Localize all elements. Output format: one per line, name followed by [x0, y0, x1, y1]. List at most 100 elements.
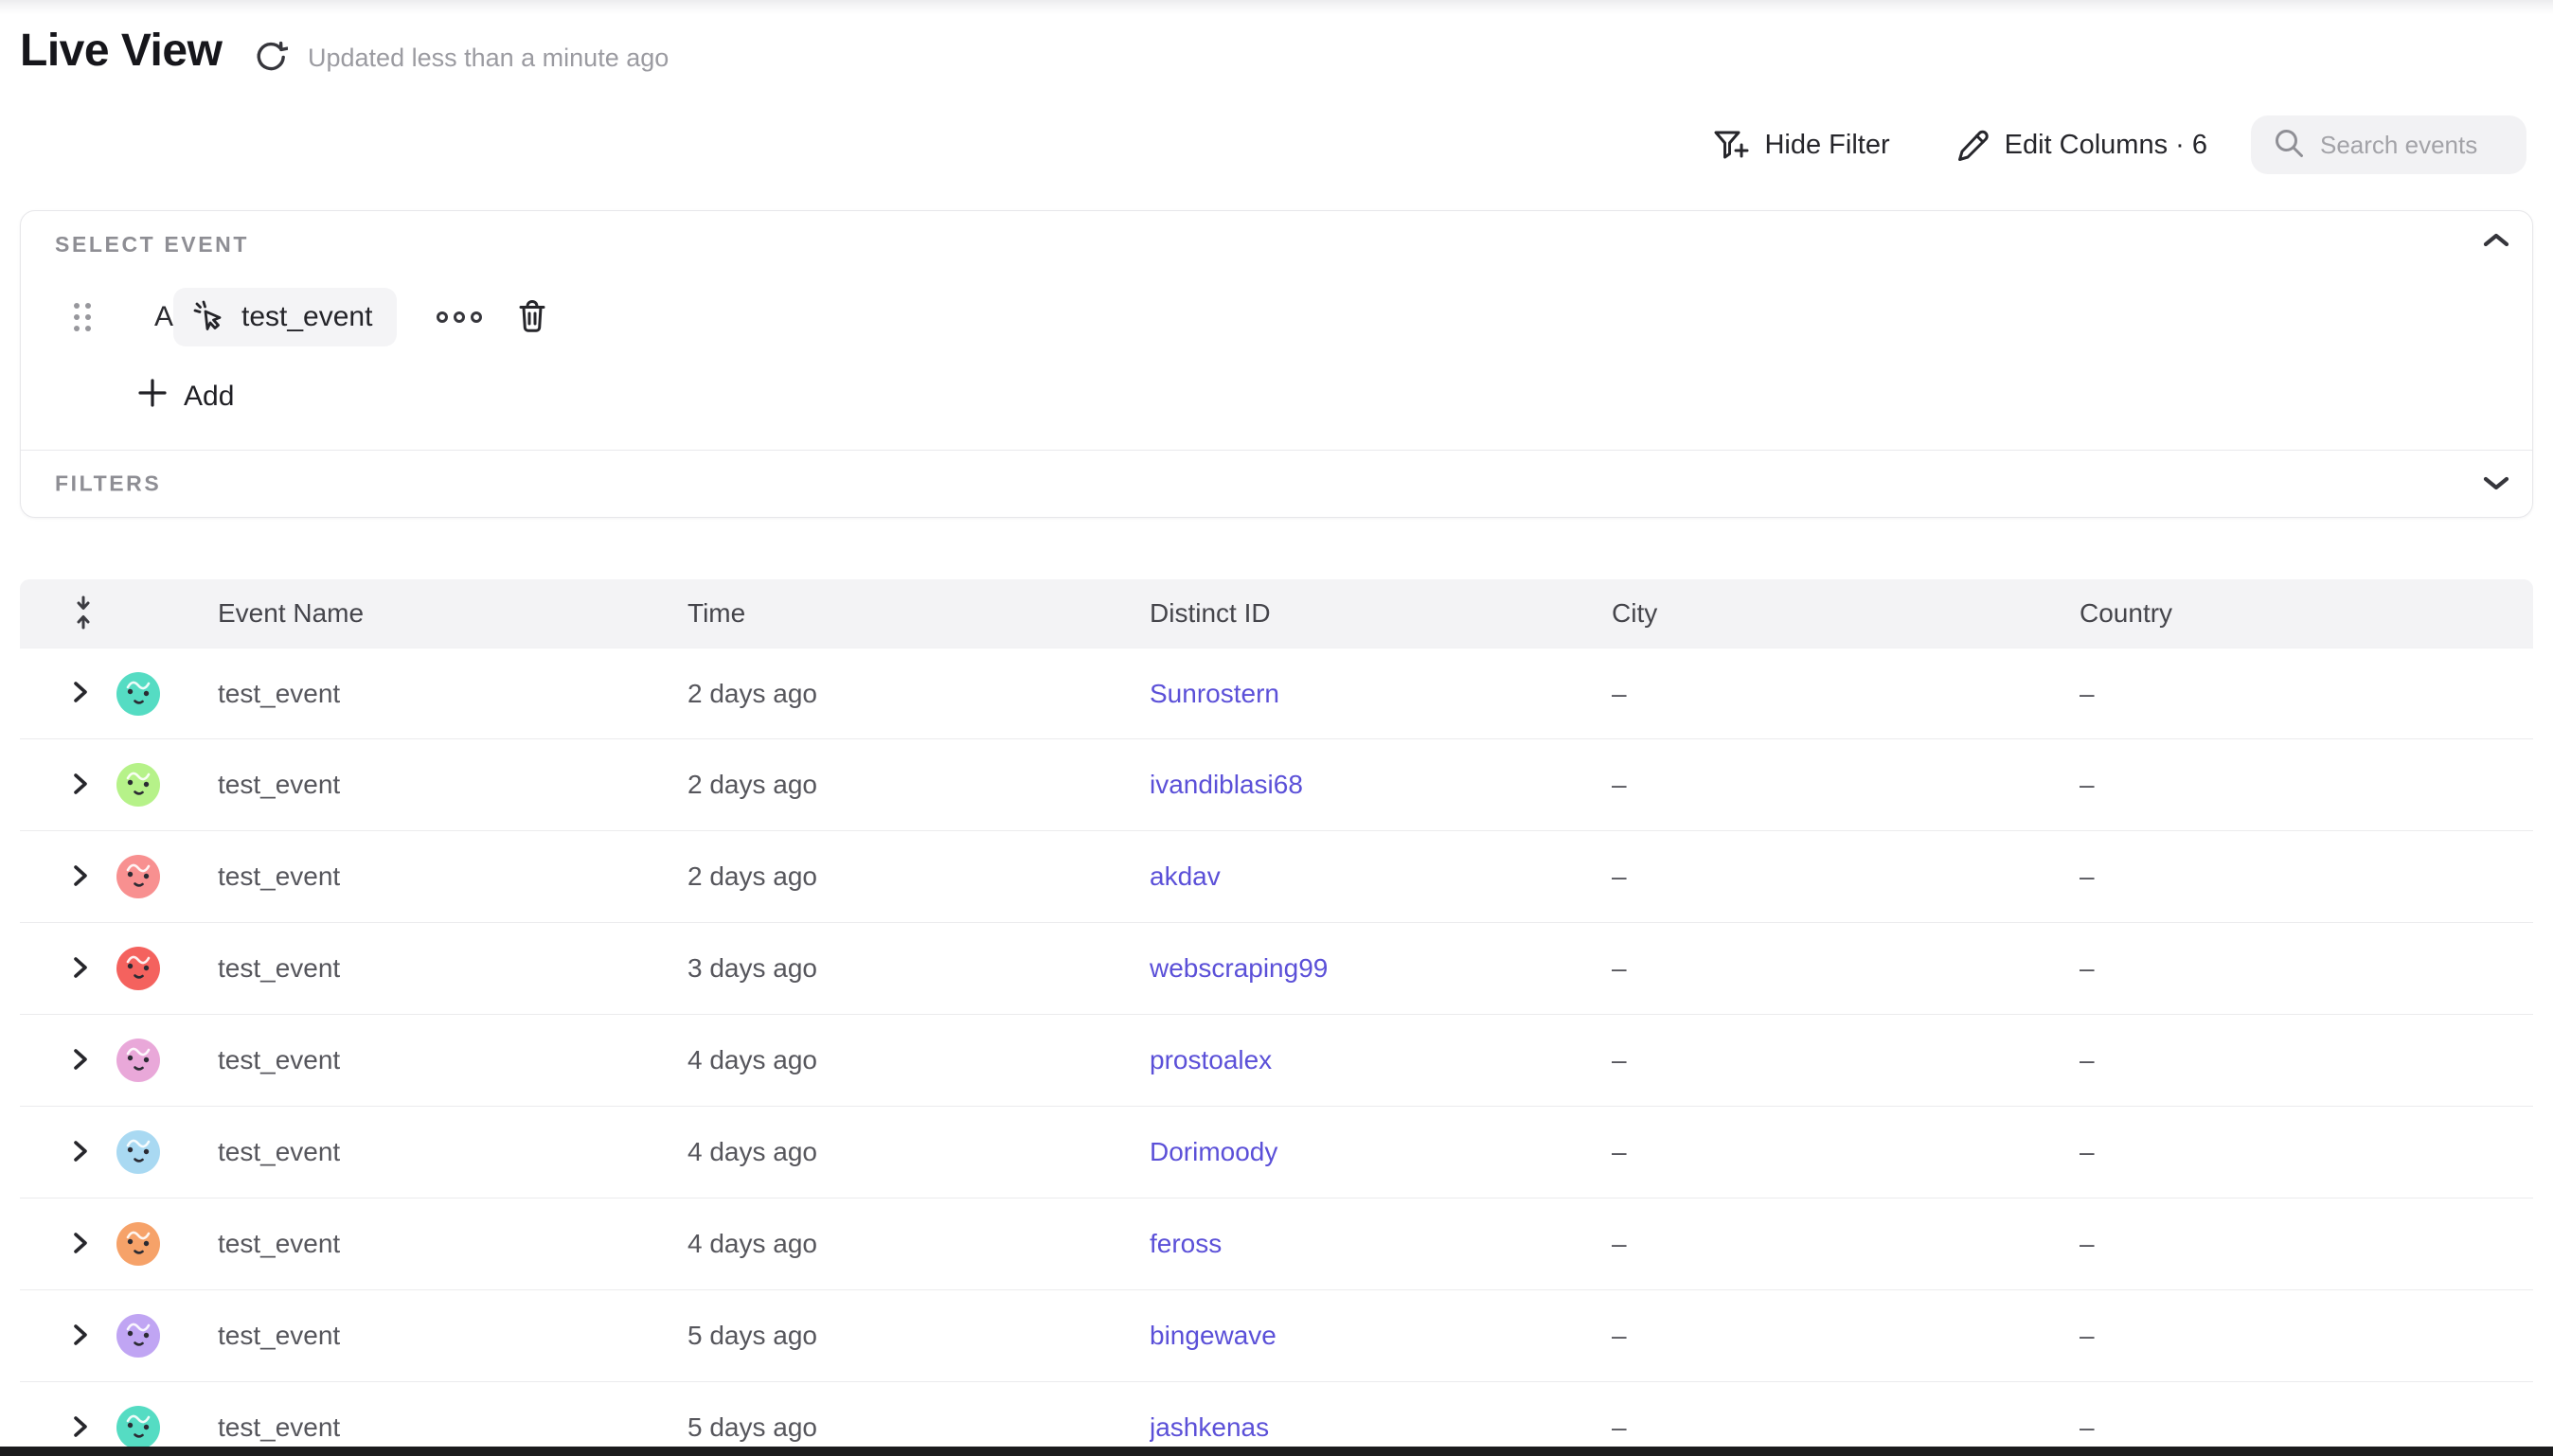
event-name: test_event — [218, 679, 340, 708]
country-value: – — [2080, 1229, 2095, 1258]
search-input[interactable] — [2320, 131, 2519, 160]
avatar-face-icon — [116, 1222, 160, 1266]
event-time: 4 days ago — [687, 1229, 817, 1258]
collapse-section-button[interactable] — [2475, 221, 2517, 262]
table-row: test_event 4 days ago prostoalex – – — [20, 1015, 2533, 1107]
add-event-button[interactable]: Add — [137, 378, 234, 416]
column-header-distinct-id: Distinct ID — [1150, 598, 1612, 629]
column-header-city: City — [1612, 598, 2080, 629]
row-expand-button[interactable] — [69, 1229, 92, 1260]
event-time: 5 days ago — [687, 1321, 817, 1350]
event-name: test_event — [218, 770, 340, 799]
city-value: – — [1612, 679, 1627, 708]
table-row: test_event 2 days ago ivandiblasi68 – – — [20, 739, 2533, 831]
refresh-icon — [254, 41, 288, 78]
event-chip-label: test_event — [241, 301, 372, 333]
avatar — [116, 1314, 160, 1358]
select-event-label: SELECT EVENT — [55, 232, 249, 257]
distinct-id-link[interactable]: feross — [1150, 1229, 1222, 1258]
drag-handle[interactable] — [74, 303, 91, 331]
chevron-down-icon — [2482, 474, 2510, 494]
avatar — [116, 1222, 160, 1266]
delete-event-button[interactable] — [511, 294, 553, 341]
edit-columns-button[interactable]: Edit Columns · 6 — [1955, 127, 2207, 163]
row-expand-button[interactable] — [69, 1045, 92, 1076]
collapse-rows-button[interactable] — [69, 593, 98, 635]
country-value: – — [2080, 861, 2095, 891]
country-value: – — [2080, 953, 2095, 983]
top-gradient — [0, 0, 2553, 15]
distinct-id-link[interactable]: bingewave — [1150, 1321, 1276, 1350]
city-value: – — [1612, 861, 1627, 891]
refresh-button[interactable] — [252, 40, 290, 78]
city-value: – — [1612, 1321, 1627, 1350]
event-selector-chip[interactable]: test_event — [173, 288, 397, 346]
distinct-id-link[interactable]: prostoalex — [1150, 1045, 1272, 1074]
avatar — [116, 855, 160, 898]
event-name: test_event — [218, 861, 340, 891]
cursor-click-icon — [192, 299, 226, 336]
table-row: test_event 5 days ago jashkenas – – — [20, 1382, 2533, 1456]
distinct-id-link[interactable]: akdav — [1150, 861, 1221, 891]
row-expand-button[interactable] — [69, 861, 92, 893]
expand-filters-button[interactable] — [2475, 463, 2517, 505]
city-value: – — [1612, 953, 1627, 983]
avatar-face-icon — [116, 1130, 160, 1174]
collapse-rows-icon — [71, 595, 96, 633]
distinct-id-link[interactable]: Sunrostern — [1150, 679, 1279, 708]
distinct-id-link[interactable]: webscraping99 — [1150, 953, 1328, 983]
table-row: test_event 2 days ago akdav – – — [20, 831, 2533, 923]
distinct-id-link[interactable]: jashkenas — [1150, 1412, 1269, 1442]
row-expand-button[interactable] — [69, 1137, 92, 1168]
row-expand-button[interactable] — [69, 678, 92, 709]
query-builder-card: SELECT EVENT A — [20, 210, 2533, 518]
avatar-face-icon — [116, 947, 160, 990]
event-name: test_event — [218, 1045, 340, 1074]
event-time: 2 days ago — [687, 679, 817, 708]
toolbar: Hide Filter Edit Columns · 6 — [1712, 114, 2526, 176]
avatar — [116, 763, 160, 807]
event-name: test_event — [218, 1321, 340, 1350]
event-time: 5 days ago — [687, 1412, 817, 1442]
table-row: test_event 4 days ago feross – – — [20, 1199, 2533, 1290]
row-expand-button[interactable] — [69, 1412, 92, 1444]
filters-label: FILTERS — [55, 471, 161, 497]
chevron-right-icon — [71, 1323, 90, 1350]
event-name: test_event — [218, 1412, 340, 1442]
avatar-face-icon — [116, 1314, 160, 1358]
country-value: – — [2080, 1412, 2095, 1442]
plus-icon — [137, 378, 168, 416]
distinct-id-link[interactable]: Dorimoody — [1150, 1137, 1277, 1166]
column-header-time: Time — [687, 598, 1150, 629]
row-expand-button[interactable] — [69, 770, 92, 801]
search-icon — [2272, 126, 2306, 165]
chevron-right-icon — [71, 1414, 90, 1442]
avatar-face-icon — [116, 763, 160, 807]
avatar-face-icon — [116, 1406, 160, 1449]
chevron-right-icon — [71, 863, 90, 891]
chevron-right-icon — [71, 1139, 90, 1166]
table-row: test_event 4 days ago Dorimoody – – — [20, 1107, 2533, 1199]
table-header: Event Name Time Distinct ID City Country — [20, 579, 2533, 648]
chevron-right-icon — [71, 955, 90, 983]
avatar-face-icon — [116, 1039, 160, 1082]
trash-icon — [515, 323, 549, 337]
city-value: – — [1612, 770, 1627, 799]
distinct-id-link[interactable]: ivandiblasi68 — [1150, 770, 1303, 799]
chevron-right-icon — [71, 1231, 90, 1258]
search-box — [2251, 115, 2526, 174]
hide-filter-button[interactable]: Hide Filter — [1712, 126, 1889, 164]
country-value: – — [2080, 770, 2095, 799]
event-options-button[interactable] — [429, 304, 490, 330]
city-value: – — [1612, 1412, 1627, 1442]
avatar — [116, 1406, 160, 1449]
row-expand-button[interactable] — [69, 1321, 92, 1352]
row-expand-button[interactable] — [69, 953, 92, 985]
event-time: 4 days ago — [687, 1137, 817, 1166]
filters-section: FILTERS — [21, 451, 2532, 517]
country-value: – — [2080, 1137, 2095, 1166]
select-event-section: SELECT EVENT A — [21, 211, 2532, 450]
add-label: Add — [184, 381, 234, 413]
avatar — [116, 1130, 160, 1174]
event-time: 2 days ago — [687, 770, 817, 799]
